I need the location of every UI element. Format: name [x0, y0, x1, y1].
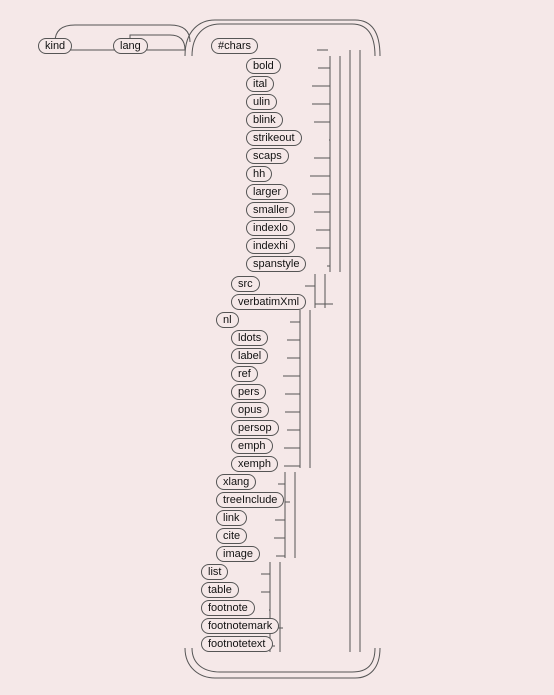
connector-lines	[0, 0, 554, 695]
treeInclude-node[interactable]: treeInclude	[216, 492, 284, 508]
hh-node[interactable]: hh	[246, 166, 272, 182]
strikeout-node[interactable]: strikeout	[246, 130, 302, 146]
ldots-node[interactable]: ldots	[231, 330, 268, 346]
link-node[interactable]: link	[216, 510, 247, 526]
image-node[interactable]: image	[216, 546, 260, 562]
footnotemark-node[interactable]: footnotemark	[201, 618, 279, 634]
indexlo-node[interactable]: indexlo	[246, 220, 295, 236]
nl-node[interactable]: nl	[216, 312, 239, 328]
emph-node[interactable]: emph	[231, 438, 273, 454]
xlang-node[interactable]: xlang	[216, 474, 256, 490]
chars-node[interactable]: #chars	[211, 38, 258, 54]
footnote-node[interactable]: footnote	[201, 600, 255, 616]
ital-node[interactable]: ital	[246, 76, 274, 92]
lang-node[interactable]: lang	[113, 38, 148, 54]
cite-node[interactable]: cite	[216, 528, 247, 544]
table-node[interactable]: table	[201, 582, 239, 598]
ref-node[interactable]: ref	[231, 366, 258, 382]
spanstyle-node[interactable]: spanstyle	[246, 256, 306, 272]
scaps-node[interactable]: scaps	[246, 148, 289, 164]
smaller-node[interactable]: smaller	[246, 202, 295, 218]
src-node[interactable]: src	[231, 276, 260, 292]
persop-node[interactable]: persop	[231, 420, 279, 436]
opus-node[interactable]: opus	[231, 402, 269, 418]
pers-node[interactable]: pers	[231, 384, 266, 400]
diagram: kind lang #chars bold ital ulin blink st…	[0, 0, 554, 695]
bold-node[interactable]: bold	[246, 58, 281, 74]
indexhi-node[interactable]: indexhi	[246, 238, 295, 254]
label-node[interactable]: label	[231, 348, 268, 364]
ulin-node[interactable]: ulin	[246, 94, 277, 110]
verbatimXml-node[interactable]: verbatimXml	[231, 294, 306, 310]
larger-node[interactable]: larger	[246, 184, 288, 200]
kind-node[interactable]: kind	[38, 38, 72, 54]
footnotetext-node[interactable]: footnotetext	[201, 636, 273, 652]
blink-node[interactable]: blink	[246, 112, 283, 128]
xemph-node[interactable]: xemph	[231, 456, 278, 472]
list-node[interactable]: list	[201, 564, 228, 580]
